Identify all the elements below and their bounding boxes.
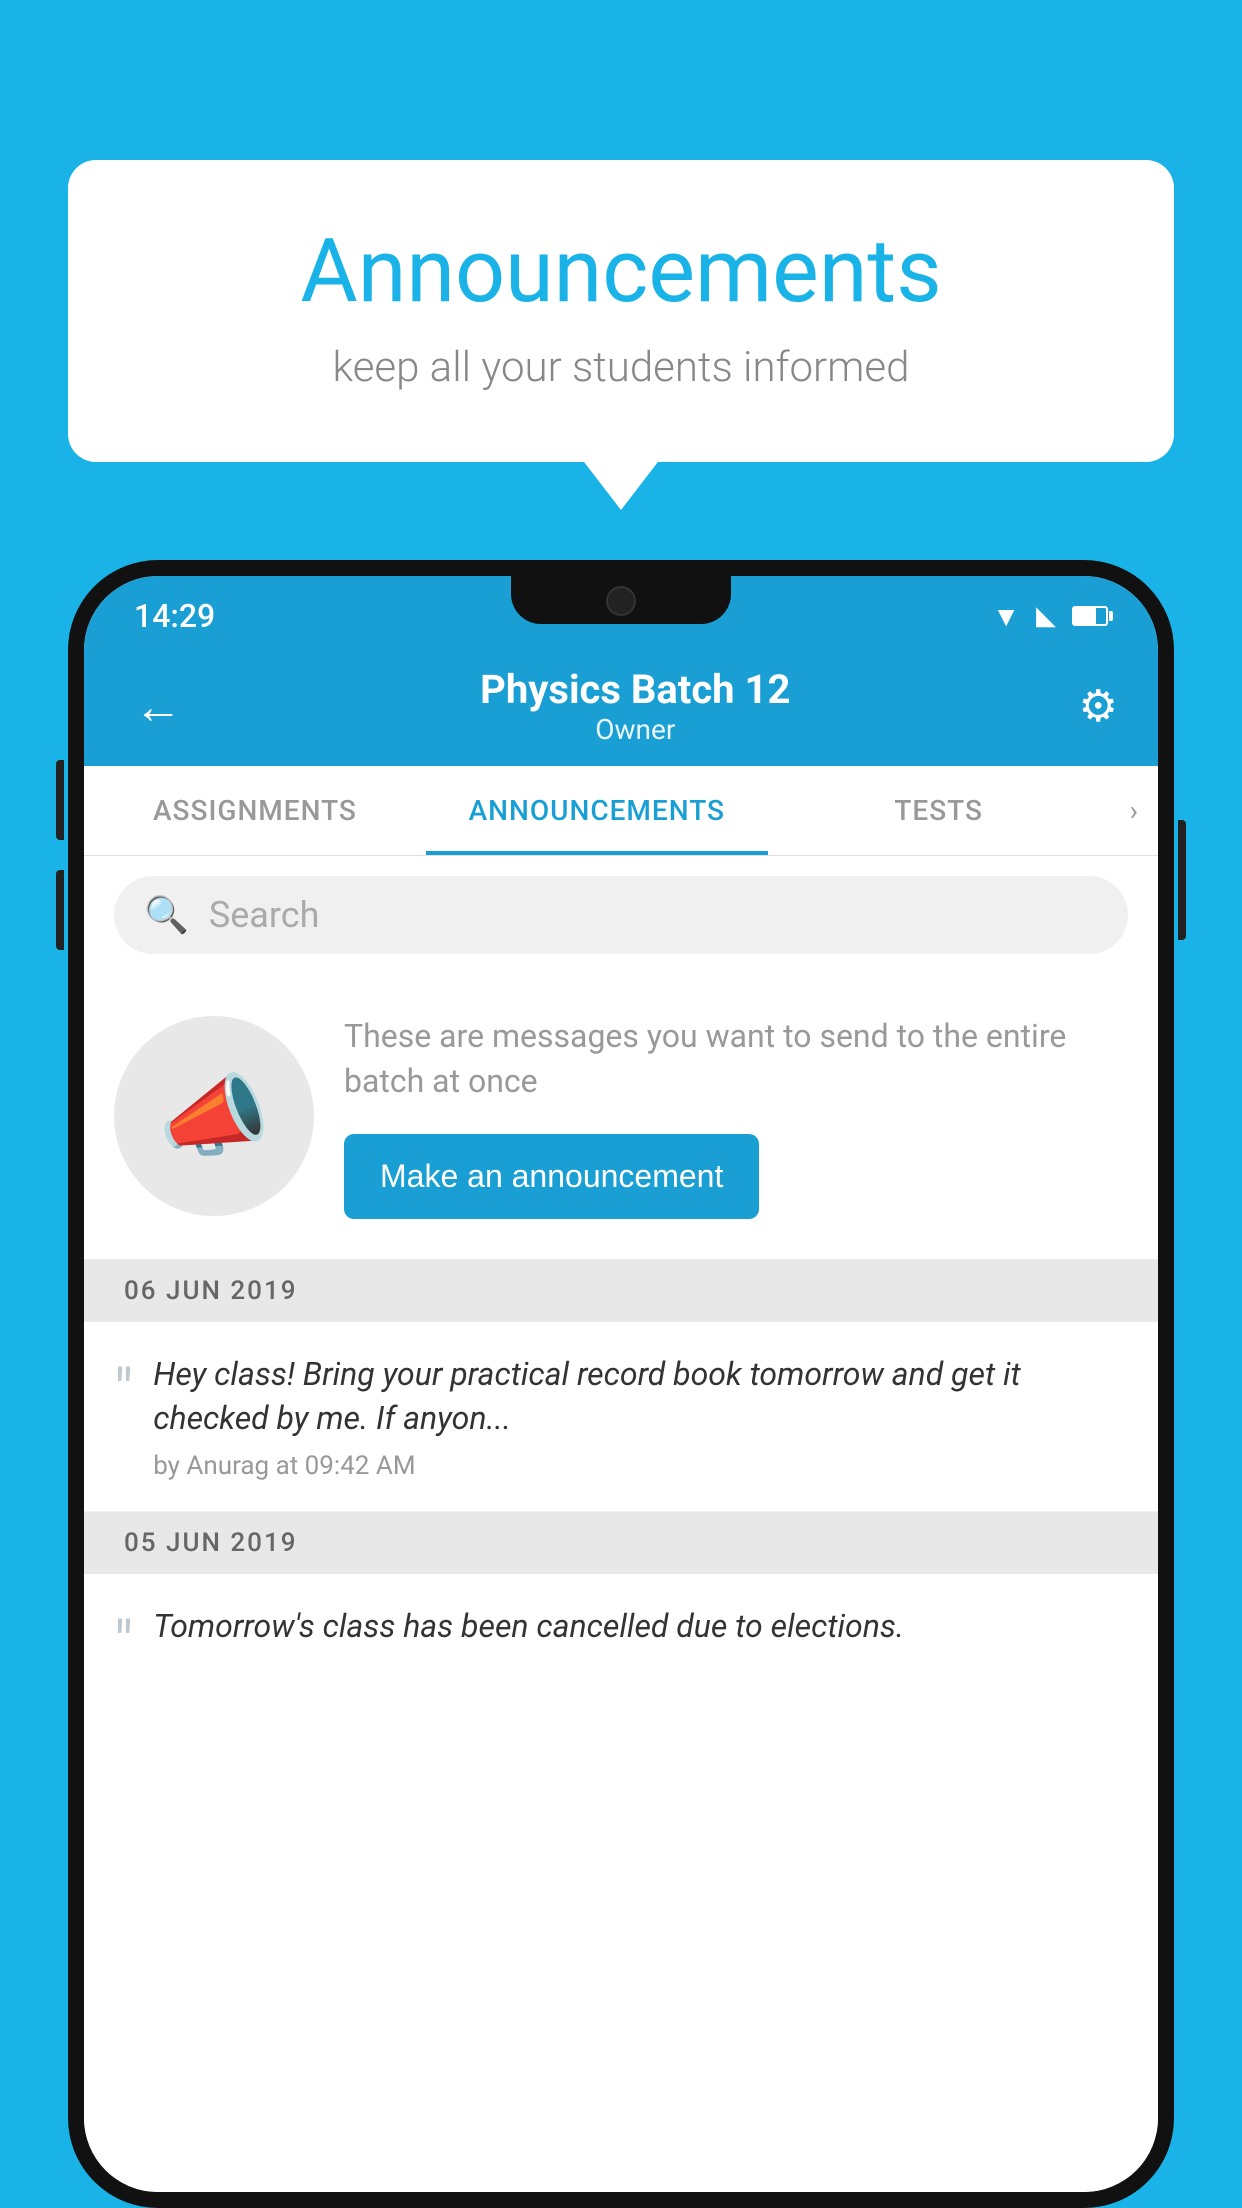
status-bar: 14:29 ▼ ◣ bbox=[84, 576, 1158, 646]
megaphone-circle: 📣 bbox=[114, 1016, 314, 1216]
announcement-item-2[interactable]: " Tomorrow's class has been cancelled du… bbox=[84, 1574, 1158, 1704]
tab-assignments[interactable]: ASSIGNMENTS bbox=[84, 766, 426, 855]
header-title: Physics Batch 12 bbox=[480, 666, 790, 713]
date-section-2: 05 JUN 2019 bbox=[84, 1512, 1158, 1574]
header-subtitle: Owner bbox=[480, 713, 790, 746]
megaphone-icon: 📣 bbox=[158, 1064, 270, 1169]
wifi-icon: ▼ bbox=[992, 600, 1020, 633]
tab-announcements[interactable]: ANNOUNCEMENTS bbox=[426, 766, 768, 855]
date-label-1: 06 JUN 2019 bbox=[124, 1276, 298, 1306]
header-title-area: Physics Batch 12 Owner bbox=[480, 666, 790, 746]
announcement-text-2: Tomorrow's class has been cancelled due … bbox=[153, 1604, 904, 1649]
make-announcement-button[interactable]: Make an announcement bbox=[344, 1134, 759, 1219]
status-time: 14:29 bbox=[134, 597, 215, 635]
settings-button[interactable]: ⚙ bbox=[1079, 680, 1118, 732]
app-header: ← Physics Batch 12 Owner ⚙ bbox=[84, 646, 1158, 766]
announcement-meta-1: by Anurag at 09:42 AM bbox=[153, 1451, 1128, 1481]
empty-content: These are messages you want to send to t… bbox=[344, 1014, 1128, 1219]
phone-screen: 14:29 ▼ ◣ ← Physics Batch 12 Owner ⚙ bbox=[84, 576, 1158, 2192]
date-label-2: 05 JUN 2019 bbox=[124, 1528, 298, 1558]
speech-bubble: Announcements keep all your students inf… bbox=[68, 160, 1174, 462]
bubble-subtitle: keep all your students informed bbox=[118, 343, 1124, 392]
quote-icon-1: " bbox=[114, 1362, 133, 1422]
phone-notch bbox=[511, 576, 731, 624]
phone-volume-up-button bbox=[56, 760, 64, 840]
empty-description: These are messages you want to send to t… bbox=[344, 1014, 1128, 1104]
tabs-bar: ASSIGNMENTS ANNOUNCEMENTS TESTS › bbox=[84, 766, 1158, 856]
search-container: 🔍 Search bbox=[84, 856, 1158, 974]
battery-icon bbox=[1072, 606, 1108, 626]
quote-icon-2: " bbox=[114, 1614, 133, 1674]
search-input[interactable]: Search bbox=[209, 894, 320, 936]
empty-state: 📣 These are messages you want to send to… bbox=[84, 974, 1158, 1260]
content-area: 🔍 Search 📣 These are messages you want t… bbox=[84, 856, 1158, 2192]
search-icon: 🔍 bbox=[144, 894, 189, 936]
tabs-more[interactable]: › bbox=[1110, 766, 1158, 855]
back-button[interactable]: ← bbox=[124, 668, 192, 745]
phone-power-button bbox=[1178, 820, 1186, 940]
speech-bubble-section: Announcements keep all your students inf… bbox=[68, 160, 1174, 462]
phone-volume-down-button bbox=[56, 870, 64, 950]
announcement-content-2: Tomorrow's class has been cancelled due … bbox=[153, 1604, 904, 1659]
battery-fill bbox=[1074, 608, 1096, 624]
signal-icon: ◣ bbox=[1036, 601, 1056, 631]
status-icons: ▼ ◣ bbox=[992, 600, 1108, 633]
search-bar[interactable]: 🔍 Search bbox=[114, 876, 1128, 954]
phone-camera bbox=[606, 586, 636, 616]
date-section-1: 06 JUN 2019 bbox=[84, 1260, 1158, 1322]
bubble-title: Announcements bbox=[118, 220, 1124, 323]
announcement-item-1[interactable]: " Hey class! Bring your practical record… bbox=[84, 1322, 1158, 1513]
phone-outer: 14:29 ▼ ◣ ← Physics Batch 12 Owner ⚙ bbox=[68, 560, 1174, 2208]
announcement-text-1: Hey class! Bring your practical record b… bbox=[153, 1352, 1128, 1442]
tab-tests[interactable]: TESTS bbox=[768, 766, 1110, 855]
phone-mockup: 14:29 ▼ ◣ ← Physics Batch 12 Owner ⚙ bbox=[68, 560, 1174, 2208]
announcement-content-1: Hey class! Bring your practical record b… bbox=[153, 1352, 1128, 1482]
